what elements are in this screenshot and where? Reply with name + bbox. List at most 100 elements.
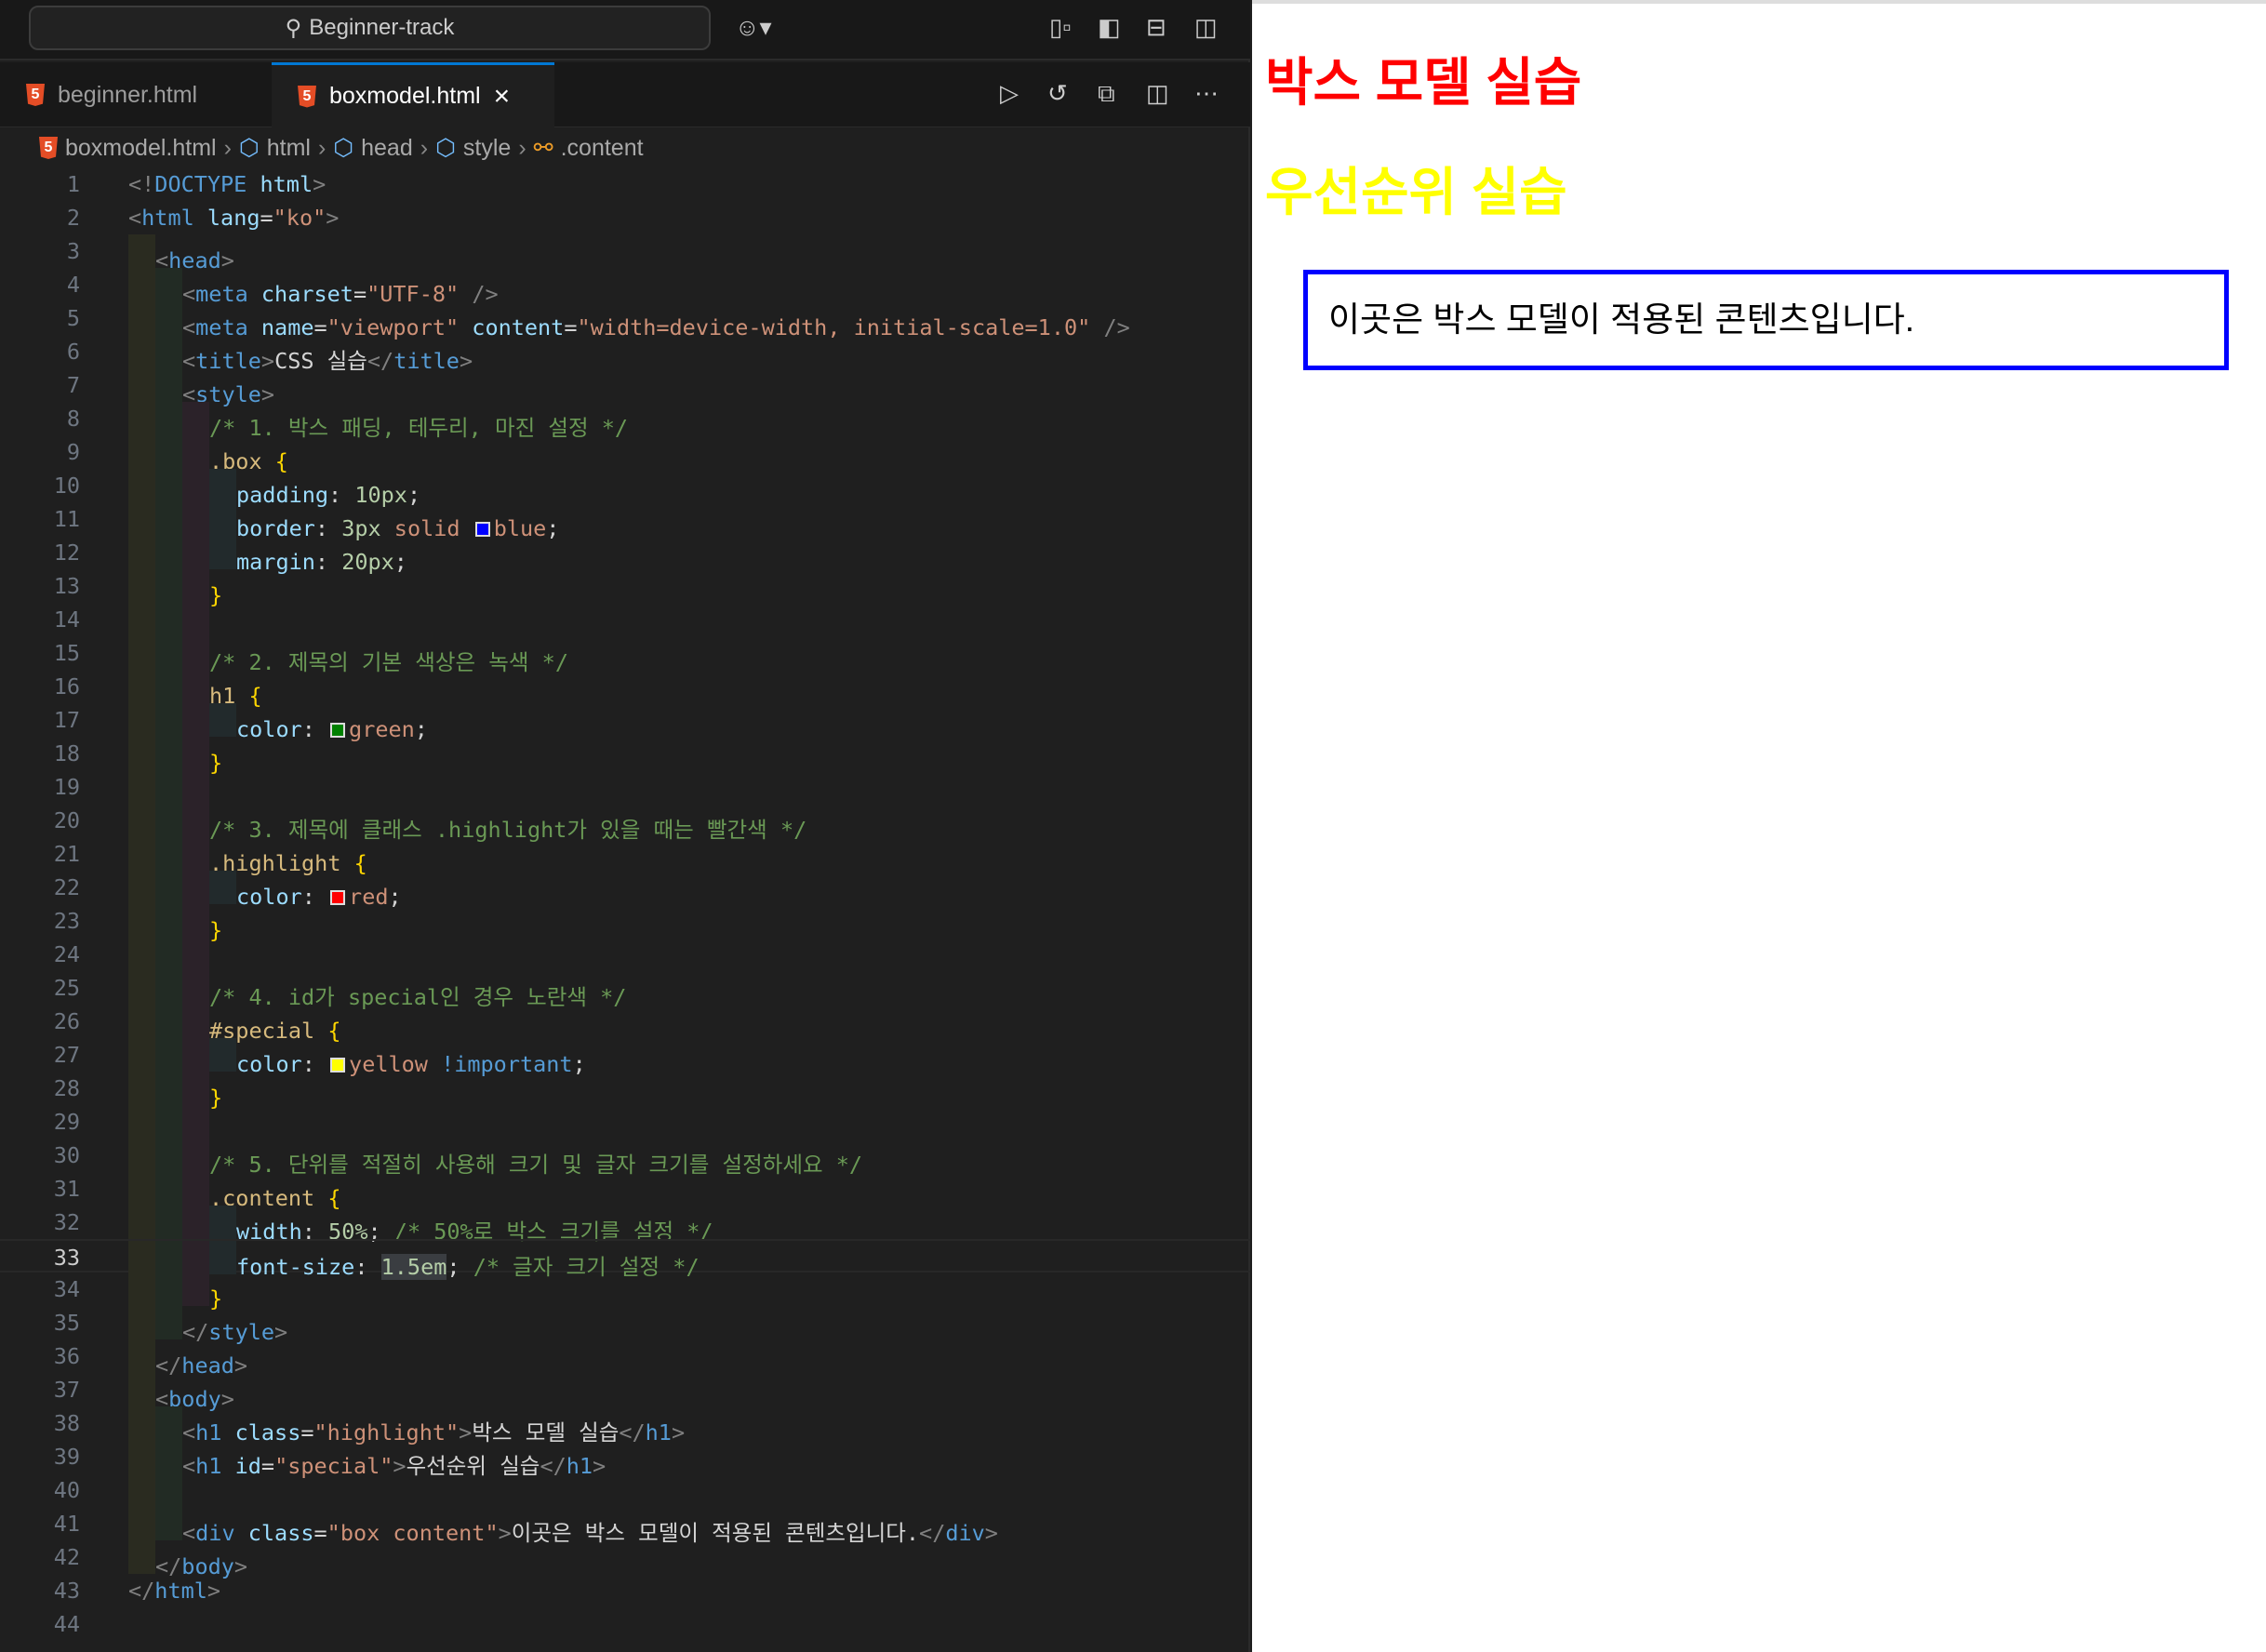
gutter — [80, 569, 128, 603]
breadcrumb-item[interactable]: boxmodel.html — [65, 135, 217, 162]
open-preview-icon[interactable]: ⧉ — [1098, 79, 1115, 109]
line-number: 19 — [53, 774, 80, 800]
code-line[interactable]: 13} — [0, 569, 1250, 608]
code-line[interactable]: 5 <meta name="viewport" content="width=de… — [0, 301, 1250, 340]
code-line[interactable]: 14 — [0, 603, 1250, 636]
code-line[interactable]: 37 <body> — [0, 1373, 1250, 1412]
code-line[interactable]: 1 <!DOCTYPE html> — [0, 167, 1250, 201]
code-lines[interactable]: 1 <!DOCTYPE html> 2 <html lang="ko"> 3 <head>… — [0, 167, 1250, 1641]
code-line[interactable]: 6 <title>CSS 실습</title> — [0, 335, 1250, 374]
line-number: 31 — [53, 1176, 80, 1202]
breadcrumb-item[interactable]: html — [267, 135, 311, 162]
line-content: </html> — [128, 1574, 220, 1607]
color-swatch[interactable] — [330, 1057, 346, 1072]
breadcrumb-item[interactable]: head — [361, 135, 413, 162]
code-line[interactable]: 2 <html lang="ko"> — [0, 201, 1250, 234]
breadcrumb-item[interactable]: style — [463, 135, 511, 162]
indent-guide — [182, 938, 209, 971]
code-line[interactable]: 42 </body> — [0, 1540, 1250, 1579]
line-content: font-size: 1.5em; /* 글자 크기 설정 */ — [128, 1241, 700, 1280]
indent-guide — [182, 804, 209, 837]
customize-layout-icon[interactable]: ▯▫ — [1049, 13, 1072, 42]
code-line[interactable]: 26 #special { — [0, 1005, 1250, 1044]
split-editor-icon[interactable]: ◫ — [1146, 79, 1169, 108]
code-line[interactable]: 19 — [0, 770, 1250, 804]
line-number: 13 — [53, 573, 80, 599]
line-number: 38 — [53, 1410, 80, 1436]
gutter — [80, 301, 128, 335]
gutter — [80, 502, 128, 536]
code-line[interactable]: 34} — [0, 1272, 1250, 1312]
code-line[interactable]: 44 — [0, 1607, 1250, 1641]
line-number: 30 — [53, 1142, 80, 1168]
code-line[interactable]: 43 </html> — [0, 1574, 1250, 1607]
line-content: color: red; — [128, 871, 402, 910]
code-line[interactable]: 23} — [0, 904, 1250, 943]
run-icon[interactable]: ▷ — [1000, 79, 1019, 108]
code-line[interactable]: 17 color: green; — [0, 703, 1250, 742]
indent-guide — [209, 1038, 236, 1072]
indent-guide — [128, 1272, 155, 1306]
gutter — [80, 1406, 128, 1440]
code-line[interactable]: 9 .box { — [0, 435, 1250, 474]
indent-guide — [155, 804, 182, 837]
code-token: > — [326, 205, 340, 231]
code-line[interactable]: 25 /* 4. id가 special인 경우 노란색 */ — [0, 971, 1250, 1010]
code-line[interactable]: 31 .content { — [0, 1172, 1250, 1211]
gutter — [80, 1339, 128, 1373]
code-line[interactable]: 7 <style> — [0, 368, 1250, 407]
indent-guide — [128, 1172, 155, 1206]
code-line[interactable]: 29 — [0, 1105, 1250, 1139]
code-line[interactable]: 11 border: 3px solid blue; — [0, 502, 1250, 541]
code-line[interactable]: 35 </style> — [0, 1306, 1250, 1345]
toggle-secondary-sidebar-icon[interactable]: ◫ — [1194, 13, 1218, 42]
indent-guide — [128, 1005, 155, 1038]
tab-boxmodel-html[interactable]: 5 boxmodel.html × — [272, 62, 554, 127]
code-line[interactable]: 22 color: red; — [0, 871, 1250, 910]
color-swatch[interactable] — [474, 521, 490, 537]
close-icon[interactable]: × — [494, 81, 511, 113]
code-line[interactable]: 18} — [0, 737, 1250, 776]
code-line[interactable]: 33 font-size: 1.5em; /* 글자 크기 설정 */ — [0, 1239, 1250, 1280]
indent-guide — [128, 670, 155, 703]
code-line[interactable]: 39 <h1 id="special">우선순위 실습</h1> — [0, 1440, 1250, 1479]
code-line[interactable]: 21 .highlight { — [0, 837, 1250, 876]
code-line[interactable]: 32 width: 50%; /* 50%로 박스 크기를 설정 */ — [0, 1206, 1250, 1245]
code-line[interactable]: 16 h1 { — [0, 670, 1250, 709]
line-number: 43 — [53, 1578, 80, 1604]
gutter — [80, 737, 128, 770]
more-actions-icon[interactable]: ⋯ — [1194, 79, 1219, 108]
timeline-icon[interactable]: ↺ — [1047, 79, 1068, 108]
command-center-search[interactable]: ⚲ Beginner-track — [29, 6, 711, 50]
code-line[interactable]: 41 <div class="box content">이곳은 박스 모델이 적용… — [0, 1507, 1250, 1546]
copilot-icon[interactable]: ☺▾ — [735, 13, 772, 42]
code-line[interactable]: 8 /* 1. 박스 패딩, 테두리, 마진 설정 */ — [0, 402, 1250, 441]
code-line[interactable]: 28} — [0, 1072, 1250, 1111]
breadcrumb-item[interactable]: .content — [561, 135, 644, 162]
toggle-panel-icon[interactable]: ⊟ — [1146, 13, 1166, 42]
color-swatch[interactable] — [330, 722, 346, 738]
toggle-primary-sidebar-icon[interactable]: ◧ — [1098, 13, 1121, 42]
code-line[interactable]: 20 /* 3. 제목에 클래스 .highlight가 있을 때는 빨간색 */ — [0, 804, 1250, 843]
code-line[interactable]: 30 /* 5. 단위를 적절히 사용해 크기 및 글자 크기를 설정하세요 */ — [0, 1139, 1250, 1178]
line-content: <div class="box content">이곳은 박스 모델이 적용된 … — [128, 1507, 998, 1546]
code-line[interactable]: 10 padding: 10px; — [0, 469, 1250, 508]
code-line[interactable]: 40 — [0, 1473, 1250, 1507]
code-line[interactable]: 15 /* 2. 제목의 기본 색상은 녹색 */ — [0, 636, 1250, 675]
code-line[interactable]: 38 <h1 class="highlight">박스 모델 실습</h1> — [0, 1406, 1250, 1446]
tab-beginner-html[interactable]: 5 beginner.html — [0, 62, 272, 127]
gutter — [80, 1038, 128, 1072]
line-number: 40 — [53, 1477, 80, 1503]
code-line[interactable]: 3 <head> — [0, 234, 1250, 273]
indent-guide — [155, 603, 182, 636]
code-line[interactable]: 12 margin: 20px; — [0, 536, 1250, 575]
code-line[interactable]: 27 color: yellow !important; — [0, 1038, 1250, 1077]
code-line[interactable]: 36 </head> — [0, 1339, 1250, 1379]
indent-guide — [128, 335, 155, 368]
code-token: DOCTYPE — [154, 171, 247, 197]
code-line[interactable]: 24 — [0, 938, 1250, 971]
color-swatch[interactable] — [330, 889, 346, 905]
line-content — [128, 1473, 182, 1507]
code-line[interactable]: 4 <meta charset="UTF-8" /> — [0, 268, 1250, 307]
